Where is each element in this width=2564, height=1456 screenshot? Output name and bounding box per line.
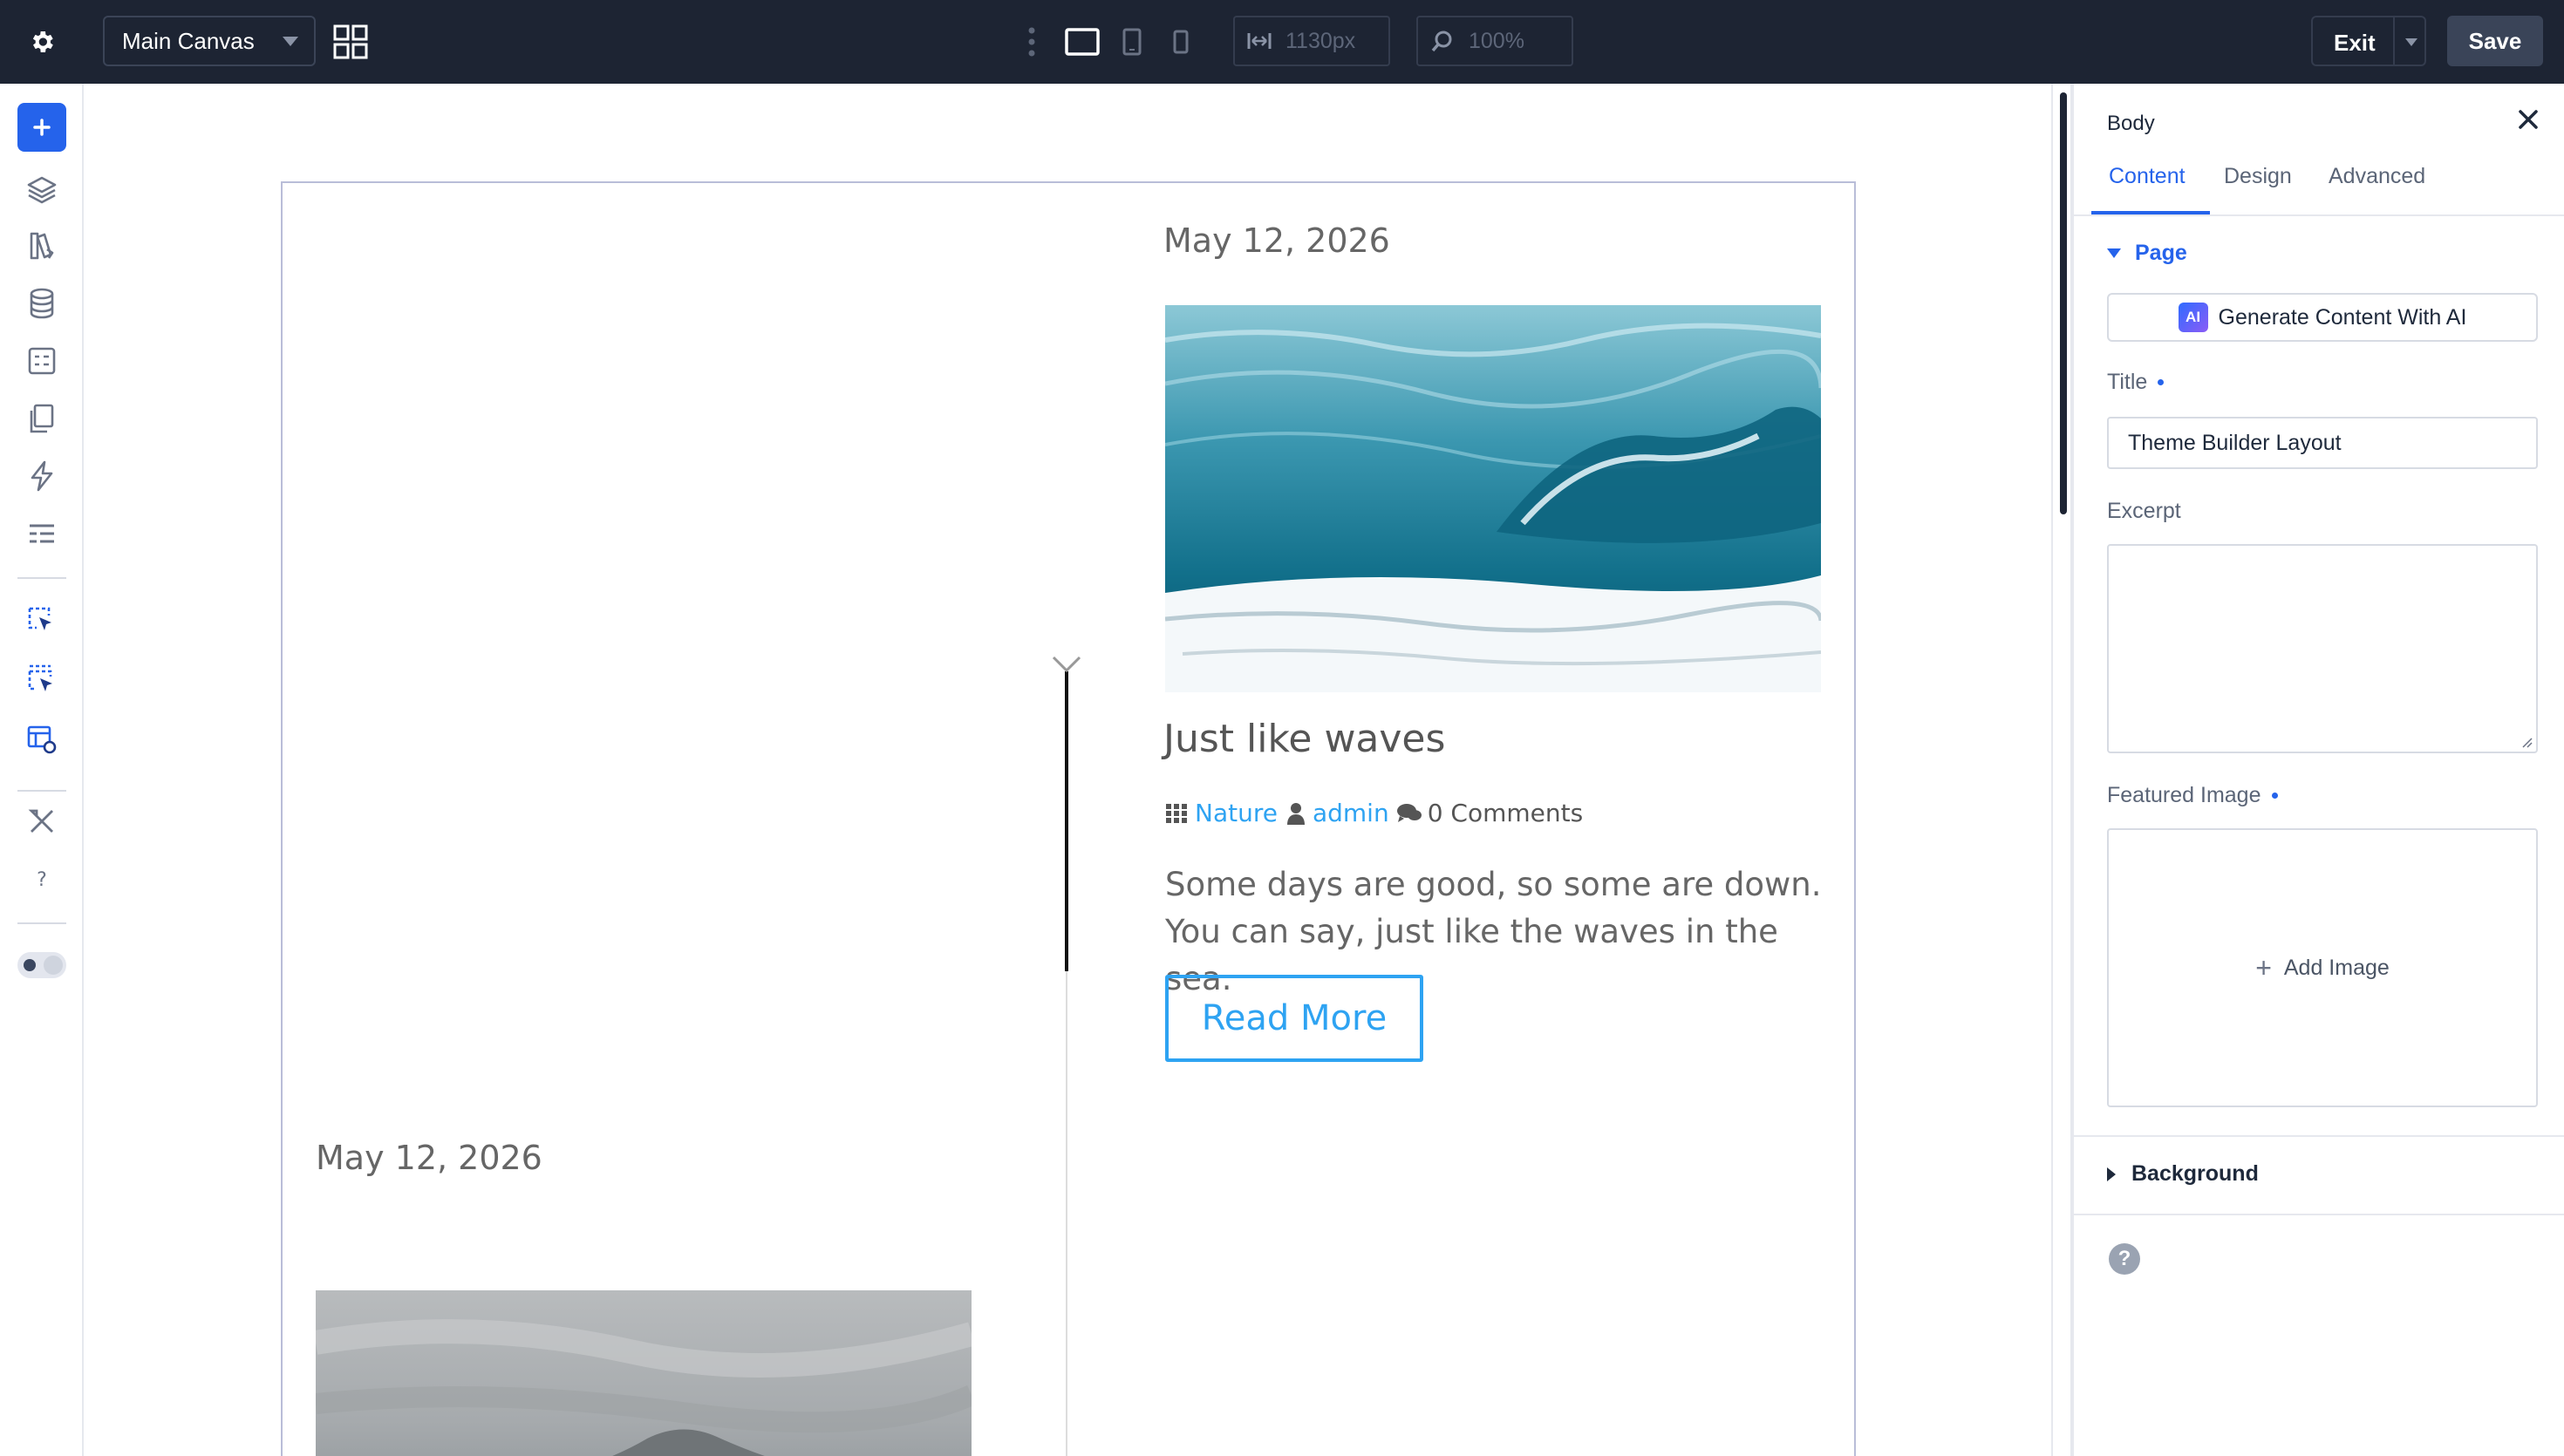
exit-label: Exit bbox=[2334, 30, 2376, 56]
post-meta: Nature admin 0 Comments bbox=[1165, 799, 1583, 827]
sidebar-divider bbox=[17, 922, 66, 924]
plus-icon: + bbox=[2255, 952, 2272, 983]
layers-icon[interactable] bbox=[24, 173, 59, 208]
sidebar-divider bbox=[17, 577, 66, 579]
excerpt-label: Excerpt bbox=[2107, 499, 2181, 523]
form-icon[interactable] bbox=[24, 344, 59, 378]
database-icon[interactable] bbox=[24, 286, 59, 321]
lightning-icon[interactable] bbox=[24, 459, 59, 493]
post-date: May 12, 2026 bbox=[1163, 221, 1390, 260]
scrollbar-thumb[interactable] bbox=[2060, 92, 2067, 514]
svg-text:?: ? bbox=[37, 869, 47, 891]
comments-count[interactable]: 0 Comments bbox=[1428, 799, 1584, 827]
active-tab-indicator bbox=[2091, 211, 2210, 214]
left-sidebar: ? bbox=[0, 84, 84, 1456]
ai-icon: AI bbox=[2178, 303, 2208, 332]
help-button[interactable]: ? bbox=[2109, 1243, 2140, 1275]
save-button[interactable]: Save bbox=[2447, 16, 2543, 66]
author-link[interactable]: admin bbox=[1313, 799, 1389, 827]
zoom-field[interactable]: 100% bbox=[1416, 16, 1573, 66]
add-image-label: Add Image bbox=[2283, 955, 2390, 980]
chevron-down-icon bbox=[283, 37, 298, 46]
canvas-select[interactable]: Main Canvas bbox=[103, 16, 316, 66]
modified-indicator bbox=[2271, 793, 2278, 799]
add-image-dropzone[interactable]: + Add Image bbox=[2107, 828, 2538, 1107]
canvas-scrollbar[interactable] bbox=[2051, 84, 2072, 1456]
add-element-button[interactable] bbox=[17, 103, 66, 152]
add-icon bbox=[33, 119, 51, 136]
zoom-value: 100% bbox=[1469, 28, 1524, 53]
resize-handle-icon[interactable] bbox=[2520, 736, 2533, 748]
exit-dropdown-icon[interactable] bbox=[2405, 38, 2417, 46]
caret-right-icon bbox=[2107, 1167, 2116, 1181]
toggle-knob bbox=[44, 956, 63, 975]
list-icon[interactable] bbox=[24, 516, 59, 551]
featured-image-label: Featured Image bbox=[2107, 783, 2278, 808]
tablet-view-icon[interactable] bbox=[1120, 24, 1144, 59]
width-arrows-icon bbox=[1247, 33, 1272, 49]
tab-advanced[interactable]: Advanced bbox=[2329, 164, 2425, 189]
sun-icon bbox=[24, 959, 36, 971]
modified-indicator bbox=[2158, 379, 2165, 385]
section-background-toggle[interactable]: Background bbox=[2107, 1161, 2259, 1187]
panel-header: Body Content Design Advanced bbox=[2074, 84, 2564, 216]
tools-icon[interactable] bbox=[24, 804, 59, 839]
caret-down-icon bbox=[2107, 248, 2121, 258]
multi-select-icon[interactable] bbox=[24, 663, 59, 697]
dark-mode-toggle[interactable] bbox=[17, 952, 66, 978]
post-featured-image[interactable] bbox=[316, 1290, 972, 1456]
featured-image-label-text: Featured Image bbox=[2107, 783, 2261, 807]
post-title[interactable]: Just like waves bbox=[1163, 717, 1445, 761]
body-section-outline[interactable]: May 12, 2026 Just like waves Nature admi… bbox=[281, 181, 1856, 1456]
panel-title: Body bbox=[2107, 112, 2155, 135]
grid-view-icon[interactable] bbox=[333, 24, 368, 59]
category-link[interactable]: Nature bbox=[1195, 799, 1278, 827]
more-options-icon[interactable] bbox=[1027, 26, 1036, 58]
section-page-toggle[interactable]: Page bbox=[2107, 241, 2187, 266]
canvas-width-field[interactable]: 1130px bbox=[1233, 16, 1390, 66]
phone-view-icon[interactable] bbox=[1169, 24, 1193, 59]
post-featured-image[interactable] bbox=[1165, 305, 1821, 692]
timeline-chevron-icon bbox=[1052, 656, 1081, 673]
post-date: May 12, 2026 bbox=[316, 1139, 542, 1177]
title-field[interactable] bbox=[2107, 417, 2538, 469]
tab-design[interactable]: Design bbox=[2224, 164, 2292, 189]
title-label: Title bbox=[2107, 370, 2165, 395]
section-divider bbox=[2074, 1214, 2564, 1215]
section-divider bbox=[2074, 1135, 2564, 1137]
theme-builder-icon[interactable] bbox=[24, 228, 59, 263]
help-icon[interactable]: ? bbox=[24, 861, 59, 896]
exit-divider bbox=[2393, 17, 2395, 65]
user-icon bbox=[1286, 802, 1305, 825]
settings-panel: Body Content Design Advanced Page AI Gen… bbox=[2072, 84, 2564, 1456]
settings-button[interactable] bbox=[0, 0, 84, 84]
sidebar-divider bbox=[17, 790, 66, 792]
timeline-progress bbox=[1065, 671, 1068, 971]
generate-ai-label: Generate Content With AI bbox=[2218, 304, 2467, 330]
select-icon[interactable] bbox=[24, 603, 59, 638]
canvas-width-value: 1130px bbox=[1285, 28, 1356, 53]
pages-icon[interactable] bbox=[24, 401, 59, 436]
layout-settings-icon[interactable] bbox=[24, 722, 59, 757]
section-background-label: Background bbox=[2131, 1161, 2259, 1186]
gear-icon bbox=[32, 31, 53, 52]
comments-icon bbox=[1396, 803, 1422, 822]
top-toolbar: Main Canvas 1130px 100% Exit Save bbox=[0, 0, 2564, 84]
main-canvas[interactable]: May 12, 2026 Just like waves Nature admi… bbox=[84, 84, 2053, 1456]
excerpt-field[interactable] bbox=[2107, 544, 2538, 753]
close-icon[interactable] bbox=[2515, 106, 2541, 133]
generate-ai-button[interactable]: AI Generate Content With AI bbox=[2107, 293, 2538, 342]
read-more-button[interactable]: Read More bbox=[1165, 975, 1423, 1062]
exit-button[interactable]: Exit bbox=[2311, 16, 2426, 66]
zoom-icon bbox=[1431, 31, 1452, 52]
excerpt-line: Some days are good, so some are down. bbox=[1165, 866, 1822, 903]
desktop-view-icon[interactable] bbox=[1064, 24, 1101, 59]
category-grid-icon bbox=[1166, 803, 1187, 823]
canvas-select-value: Main Canvas bbox=[122, 27, 255, 54]
title-label-text: Title bbox=[2107, 370, 2148, 394]
tab-content[interactable]: Content bbox=[2109, 164, 2186, 189]
section-page-label: Page bbox=[2135, 241, 2187, 265]
